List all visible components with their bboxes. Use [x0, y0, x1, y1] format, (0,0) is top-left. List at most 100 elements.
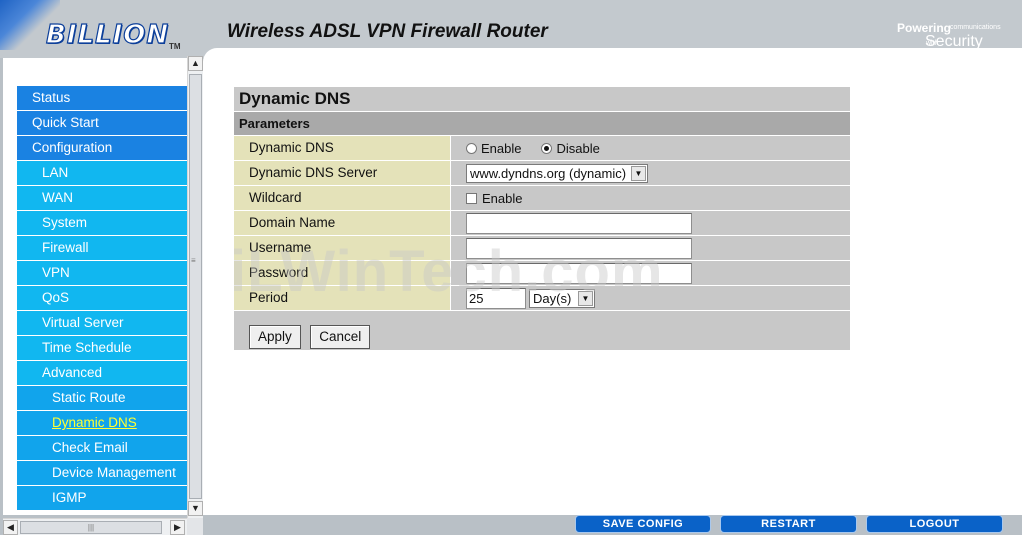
scroll-left-icon[interactable]: ◀ [3, 520, 18, 535]
nav-item-status[interactable]: Status [17, 86, 187, 111]
nav-item-label: VPN [42, 265, 70, 280]
domain-name-input[interactable] [466, 212, 692, 234]
wildcard-value: Enable [450, 186, 850, 210]
row-domain-name: Domain Name [234, 210, 850, 235]
scroll-up-icon[interactable]: ▲ [188, 56, 203, 71]
wildcard-enable-label: Enable [482, 190, 523, 206]
nav-frame: Status Quick Start Configuration LAN WAN… [3, 58, 203, 515]
nav-item-label: Configuration [32, 140, 113, 155]
nav-item-virtual-server[interactable]: Virtual Server [17, 311, 187, 336]
nav-item-advanced[interactable]: Advanced [17, 361, 187, 386]
nav-item-label: Device Management [52, 465, 176, 480]
period-unit-select[interactable]: Day(s) ▼ [529, 288, 595, 308]
nav-item-check-email[interactable]: Check Email [17, 436, 187, 461]
nav-horizontal-scrollbar[interactable]: ◀ ||| ▶ [3, 518, 187, 535]
dynamic-dns-value: Enable Disable [450, 136, 850, 160]
billion-logo: BILLION [45, 19, 170, 50]
dropdown-arrow-icon[interactable]: ▼ [631, 165, 646, 181]
logo-trademark: TM [169, 42, 181, 51]
nav-item-label: Static Route [52, 390, 126, 405]
row-dns-server: Dynamic DNS Server www.dyndns.org (dynam… [234, 160, 850, 185]
nav-item-label: QoS [42, 290, 70, 305]
wildcard-enable-option[interactable]: Enable [466, 191, 522, 206]
nav-item-label: Status [32, 90, 71, 105]
nav-item-label: Advanced [42, 365, 103, 380]
period-input[interactable]: 25 [466, 287, 526, 309]
dynamic-dns-enable-option[interactable]: Enable [466, 141, 521, 156]
period-unit-selected: Day(s) [533, 290, 572, 306]
ddns-panel: Dynamic DNS Parameters Dynamic DNS Enabl… [234, 87, 850, 350]
nav-item-quick-start[interactable]: Quick Start [17, 111, 187, 136]
row-wildcard: Wildcard Enable [234, 185, 850, 210]
nav-item-vpn[interactable]: VPN [17, 261, 187, 286]
checkbox-icon[interactable] [466, 192, 477, 204]
dns-server-value: www.dyndns.org (dynamic) ▼ [450, 161, 850, 185]
password-value [450, 261, 850, 285]
scrollbar-corner [187, 518, 203, 535]
nav-item-time-schedule[interactable]: Time Schedule [17, 336, 187, 361]
row-username: Username [234, 235, 850, 260]
password-input[interactable] [466, 262, 692, 284]
product-title: Wireless ADSL VPN Firewall Router [227, 21, 548, 42]
nav-item-configuration[interactable]: Configuration [17, 136, 187, 161]
domain-name-label: Domain Name [234, 211, 450, 235]
form-button-row: Apply Cancel [234, 310, 850, 350]
section-title: Parameters [234, 112, 850, 135]
dropdown-arrow-icon[interactable]: ▼ [578, 290, 593, 306]
main-content: Dynamic DNS Parameters Dynamic DNS Enabl… [203, 48, 1022, 515]
nav-item-label: Dynamic DNS [52, 415, 137, 430]
period-label: Period [234, 286, 450, 310]
nav-item-label: WAN [42, 190, 73, 205]
tagline-communications: communications [950, 24, 1001, 31]
vertical-scroll-thumb[interactable] [189, 74, 202, 499]
nav-item-label: System [42, 215, 88, 230]
save-config-button[interactable]: SAVE CONFIG [575, 515, 711, 533]
nav-item-device-management[interactable]: Device Management [17, 461, 187, 486]
page-title: Dynamic DNS [234, 87, 850, 111]
row-dynamic-dns: Dynamic DNS Enable Disable [234, 135, 850, 160]
username-input[interactable] [466, 237, 692, 259]
username-label: Username [234, 236, 450, 260]
domain-name-value [450, 211, 850, 235]
scroll-right-icon[interactable]: ▶ [170, 520, 185, 535]
dynamic-dns-disable-option[interactable]: Disable [541, 140, 600, 156]
nav-item-dynamic-dns[interactable]: Dynamic DNS [17, 411, 187, 436]
nav-item-firewall[interactable]: Firewall [17, 236, 187, 261]
bottom-action-bar: SAVE CONFIG RESTART LOGOUT [203, 515, 1022, 535]
password-label: Password [234, 261, 450, 285]
dynamic-dns-label: Dynamic DNS [234, 136, 450, 160]
username-value [450, 236, 850, 260]
dns-server-label: Dynamic DNS Server [234, 161, 450, 185]
cancel-button[interactable]: Cancel [310, 325, 371, 349]
nav-item-label: Quick Start [32, 115, 99, 130]
nav-item-label: Time Schedule [42, 340, 132, 355]
dns-server-selected: www.dyndns.org (dynamic) [470, 165, 627, 181]
nav-item-static-route[interactable]: Static Route [17, 386, 187, 411]
nav-item-lan[interactable]: LAN [17, 161, 187, 186]
nav-item-label: Check Email [52, 440, 128, 455]
apply-button[interactable]: Apply [249, 325, 301, 349]
logout-button[interactable]: LOGOUT [866, 515, 1003, 533]
nav-item-label: Firewall [42, 240, 89, 255]
radio-selected-icon[interactable] [541, 142, 553, 154]
nav-item-label: Virtual Server [42, 315, 124, 330]
radio-icon[interactable] [466, 142, 477, 154]
horizontal-scroll-thumb[interactable]: ||| [20, 521, 162, 534]
row-period: Period 25 Day(s) ▼ [234, 285, 850, 310]
wildcard-label: Wildcard [234, 186, 450, 210]
period-value: 25 Day(s) ▼ [450, 286, 850, 310]
scroll-down-icon[interactable]: ▼ [188, 501, 203, 516]
nav-item-label: LAN [42, 165, 69, 180]
nav-menu: Status Quick Start Configuration LAN WAN… [17, 86, 187, 511]
nav-vertical-scrollbar[interactable]: ▲ ≡ ▼ [187, 56, 203, 518]
dns-server-select[interactable]: www.dyndns.org (dynamic) ▼ [466, 163, 648, 183]
disable-label: Disable [556, 140, 600, 156]
nav-item-system[interactable]: System [17, 211, 187, 236]
nav-item-wan[interactable]: WAN [17, 186, 187, 211]
scroll-grip-icon: ≡ [191, 256, 196, 265]
nav-item-igmp[interactable]: IGMP [17, 486, 187, 511]
row-password: Password [234, 260, 850, 285]
enable-label: Enable [481, 140, 522, 156]
nav-item-qos[interactable]: QoS [17, 286, 187, 311]
restart-button[interactable]: RESTART [720, 515, 857, 533]
